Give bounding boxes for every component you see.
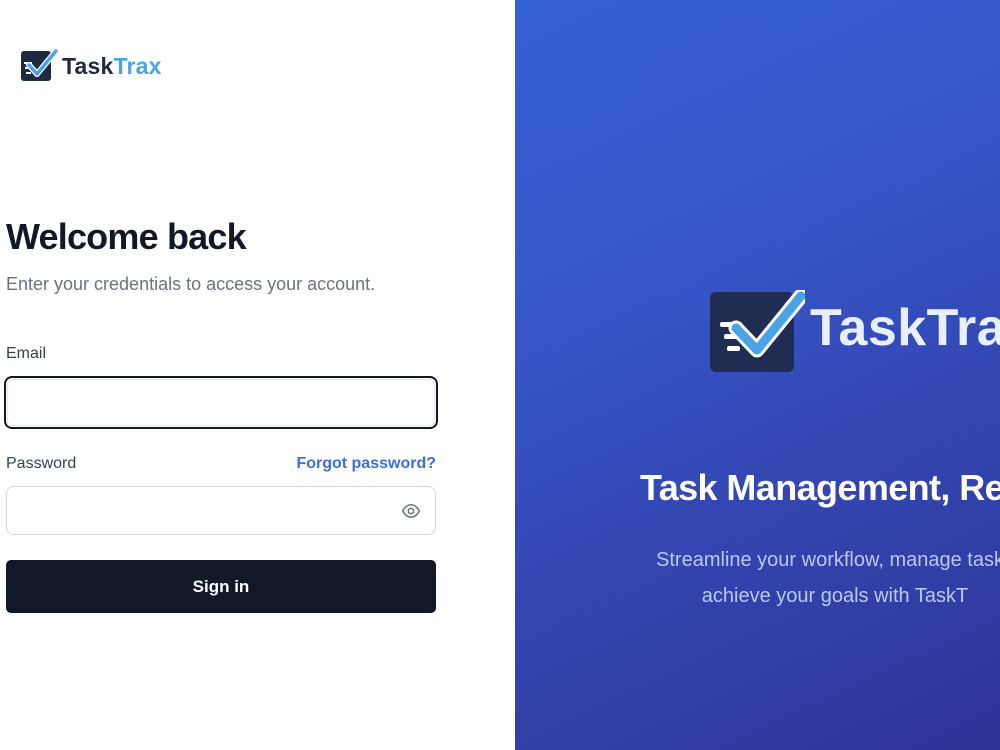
login-panel: TaskTrax Welcome back Enter your credent…: [0, 0, 515, 750]
forgot-password-link[interactable]: Forgot password?: [296, 455, 436, 473]
hero-panel: TaskTrax Task Management, Rec Streamline…: [515, 0, 1000, 750]
email-label: Email: [6, 345, 47, 362]
tasktrax-logo-icon: [21, 48, 58, 81]
password-label: Password: [6, 455, 77, 472]
tasktrax-hero-logo-icon: [710, 290, 805, 372]
email-field[interactable]: [4, 376, 438, 429]
hero-description-line-1: Streamline your workflow, manage tasks: [656, 549, 1000, 571]
page-subtitle: Enter your credentials to access your ac…: [6, 274, 376, 294]
page-title: Welcome back: [6, 216, 247, 257]
password-field[interactable]: [6, 486, 436, 535]
brand-name-part2: Trax: [113, 52, 162, 79]
brand-name: TaskTrax: [62, 53, 162, 80]
brand-name-part1: Task: [62, 52, 114, 79]
login-page: TaskTrax Welcome back Enter your credent…: [0, 0, 1000, 750]
eye-icon[interactable]: [401, 501, 421, 521]
sign-in-button[interactable]: Sign in: [6, 560, 436, 613]
brand-logo: TaskTrax: [20, 48, 162, 84]
hero-title: Task Management, Rec: [640, 467, 1000, 508]
hero-brand-name: TaskTrax: [810, 299, 1000, 357]
hero-description-line-2: achieve your goals with TaskT: [701, 585, 969, 607]
hero-description: Streamline your workflow, manage tasks a…: [605, 542, 1000, 614]
